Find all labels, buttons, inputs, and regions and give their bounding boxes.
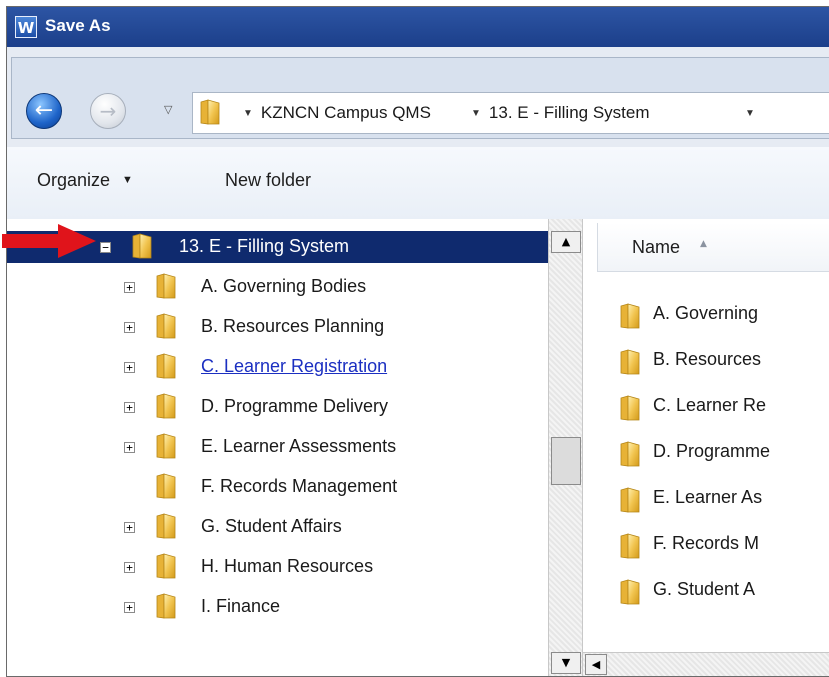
file-list-horizontal-scrollbar[interactable]: ◀	[583, 652, 829, 676]
folder-icon	[155, 273, 177, 299]
chevron-down-icon[interactable]: ▼	[745, 108, 755, 119]
file-name: D. Programme	[653, 441, 771, 461]
word-app-icon: W	[15, 16, 37, 38]
folder-icon	[155, 513, 177, 539]
chevron-down-icon: ▽	[164, 103, 173, 116]
tree-item-label: C. Learner Registration	[201, 356, 388, 376]
back-button[interactable]: ←	[26, 93, 62, 129]
navigation-bar: ← → ▽ ▼ KZNCN Campus QMS ▼ 13. E - Filling…	[11, 57, 829, 139]
tree-item-label: H. Human Resources	[201, 556, 374, 576]
file-name: E. Learner As	[653, 487, 763, 507]
tree-item-label: I. Finance	[201, 596, 281, 616]
tree-item-label: 13. E - Filling System	[179, 236, 350, 256]
breadcrumb-item-campus[interactable]: ▼ KZNCN Campus QMS	[243, 103, 431, 123]
folder-icon	[155, 593, 177, 619]
file-name: B. Resources	[653, 349, 762, 369]
sort-ascending-icon: ▲	[700, 239, 707, 249]
breadcrumb[interactable]: ▼ KZNCN Campus QMS ▼ 13. E - Filling Syste…	[192, 92, 829, 134]
folder-tree: − 13. E - Filling System + A. Governing B…	[7, 219, 548, 676]
breadcrumb-item-filling-system[interactable]: ▼ 13. E - Filling System	[471, 103, 650, 123]
tree-item-label: A. Governing Bodies	[201, 276, 367, 296]
toolbar: Organize ▼ New folder	[7, 147, 829, 220]
folder-icon	[619, 579, 641, 605]
arrow-left-icon: ◀	[591, 658, 601, 671]
title-bar[interactable]: W Save As	[7, 7, 829, 47]
file-name: C. Learner Re	[653, 395, 767, 415]
scroll-left-button[interactable]: ◀	[585, 654, 607, 675]
collapse-icon[interactable]: −	[100, 242, 111, 253]
tree-item-label: G. Student Affairs	[201, 516, 342, 536]
folder-icon	[619, 441, 641, 467]
folder-icon	[155, 393, 177, 419]
expand-icon[interactable]: +	[124, 362, 135, 373]
file-name: G. Student A	[653, 579, 756, 599]
scroll-down-button[interactable]: ▼	[551, 652, 581, 674]
tree-item-label: F. Records Management	[201, 476, 398, 496]
dialog-title: Save As	[45, 16, 111, 35]
folder-icon	[619, 487, 641, 513]
folder-icon	[155, 473, 177, 499]
file-name: A. Governing	[653, 303, 759, 323]
breadcrumb-more-arrow[interactable]: ▼	[745, 103, 763, 123]
folder-icon	[199, 99, 221, 125]
expand-icon[interactable]: +	[124, 562, 135, 573]
file-list-item[interactable]: E. Learner As	[619, 485, 829, 515]
save-as-dialog: W Save As ← → ▽ ▼ KZNCN Campus QMS ▼ 13. E…	[6, 6, 829, 677]
expand-icon[interactable]: +	[124, 282, 135, 293]
recent-pages-dropdown[interactable]: ▽	[164, 103, 172, 116]
file-list-item[interactable]: F. Records M	[619, 531, 829, 561]
arrow-down-icon: ▼	[561, 656, 571, 669]
tree-item[interactable]: + I. Finance	[7, 591, 548, 623]
folder-icon	[619, 303, 641, 329]
file-list: Name ▲ A. Governing B. Resources C. Learne…	[583, 219, 829, 676]
expand-icon[interactable]: +	[124, 322, 135, 333]
tree-item[interactable]: + H. Human Resources	[7, 551, 548, 583]
tree-item-label: D. Programme Delivery	[201, 396, 389, 416]
folder-icon	[155, 353, 177, 379]
file-name: F. Records M	[653, 533, 760, 553]
expand-icon[interactable]: +	[124, 602, 135, 613]
folder-icon	[619, 395, 641, 421]
expand-icon[interactable]: +	[124, 522, 135, 533]
expand-icon[interactable]: +	[124, 442, 135, 453]
tree-item[interactable]: + G. Student Affairs	[7, 511, 548, 543]
file-list-item[interactable]: B. Resources	[619, 347, 829, 377]
file-list-item[interactable]: C. Learner Re	[619, 393, 829, 423]
tree-item[interactable]: + B. Resources Planning	[7, 311, 548, 343]
file-list-item[interactable]: G. Student A	[619, 577, 829, 607]
folder-icon	[155, 433, 177, 459]
tree-item[interactable]: + C. Learner Registration	[7, 351, 548, 383]
folder-icon	[619, 533, 641, 559]
new-folder-button[interactable]: New folder	[225, 170, 311, 191]
red-pointer-arrow-icon	[2, 224, 96, 258]
forward-button[interactable]: →	[90, 93, 126, 129]
column-header-name[interactable]: Name ▲	[597, 223, 829, 272]
breadcrumb-arrow-icon[interactable]: ▼	[471, 108, 481, 119]
expand-icon[interactable]: +	[124, 402, 135, 413]
address-bar-area: ← → ▽ ▼ KZNCN Campus QMS ▼ 13. E - Filling…	[7, 47, 829, 147]
folder-icon	[619, 349, 641, 375]
breadcrumb-arrow-icon[interactable]: ▼	[243, 108, 253, 119]
scroll-up-button[interactable]: ▲	[551, 231, 581, 253]
chevron-down-icon: ▼	[122, 174, 133, 186]
tree-item[interactable]: + D. Programme Delivery	[7, 391, 548, 423]
tree-item[interactable]: + A. Governing Bodies	[7, 271, 548, 303]
file-list-item[interactable]: A. Governing	[619, 301, 829, 331]
scrollbar-thumb[interactable]	[551, 437, 581, 485]
tree-item-label: E. Learner Assessments	[201, 436, 397, 456]
tree-item-label: B. Resources Planning	[201, 316, 385, 336]
tree-item[interactable]: F. Records Management	[7, 471, 548, 503]
tree-item[interactable]: + E. Learner Assessments	[7, 431, 548, 463]
tree-vertical-scrollbar[interactable]: ▲ ▼	[548, 219, 583, 676]
arrow-up-icon: ▲	[561, 235, 571, 248]
folder-icon	[155, 313, 177, 339]
forward-arrow-icon: →	[99, 99, 117, 123]
back-arrow-icon: ←	[34, 98, 54, 123]
folder-icon	[131, 233, 153, 259]
file-list-item[interactable]: D. Programme	[619, 439, 829, 469]
folder-icon	[155, 553, 177, 579]
organize-button[interactable]: Organize ▼	[37, 170, 133, 191]
